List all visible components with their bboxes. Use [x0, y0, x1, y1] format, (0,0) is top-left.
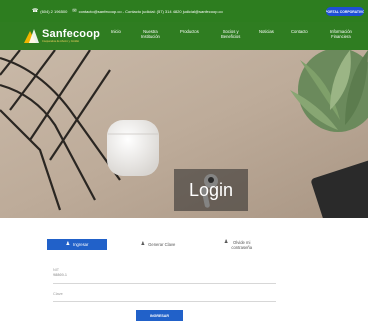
nav-item-label: Financiera [331, 34, 351, 39]
contact-info: ☎ (604) 2 196500 ✉ contacto@sanfecoop.co… [32, 8, 223, 15]
page-title: Login [174, 169, 248, 211]
brand-tagline: Cooperativa de Ahorro y Crédito [42, 39, 80, 43]
nav-item-label: Institución [141, 34, 160, 39]
tab-label: Ingresar [73, 242, 89, 247]
tab-label: Generar Clave [148, 242, 176, 247]
password-placeholder[interactable]: Clave [53, 292, 276, 297]
corporate-portal-button[interactable]: PORTAL CORPORATIVO [326, 7, 364, 16]
contact-phone: (604) 2 196500 [40, 9, 68, 14]
nit-value[interactable]: 98869-1 [53, 273, 276, 278]
nav-item-informacion-financiera[interactable]: Información Financiera [330, 29, 352, 39]
nav-item-noticias[interactable]: Noticias [259, 29, 274, 34]
nav-item-label: Beneficios [221, 34, 241, 39]
tab-ingresar[interactable]: ♟ Ingresar [47, 239, 107, 250]
nit-field[interactable]: NIT 98869-1 [53, 268, 276, 284]
user-key-icon: ♟ [223, 239, 229, 245]
nav-item-label: Productos [180, 29, 199, 34]
user-plus-icon: ♟ [140, 241, 146, 247]
top-contact-bar: ☎ (604) 2 196500 ✉ contacto@sanfecoop.co… [0, 0, 368, 22]
nav-item-contacto[interactable]: Contacto [291, 29, 308, 34]
nav-item-productos[interactable]: Productos [180, 29, 199, 34]
nav-item-socios-beneficios[interactable]: Socios y Beneficios [221, 29, 240, 39]
nav-item-nuestra-institucion[interactable]: Nuestra Institución [141, 29, 160, 39]
phone-icon: ☎ [32, 8, 39, 14]
tab-label-line: contraseña [231, 245, 253, 250]
brand-logo[interactable]: Sanfecoop Cooperativa de Ahorro y Crédit… [24, 26, 100, 46]
tab-olvide-contrasena[interactable]: ♟ Olvide mi contraseña [208, 237, 268, 251]
nav-item-inicio[interactable]: Inicio [111, 29, 121, 34]
nav-item-label: Noticias [259, 29, 274, 34]
user-icon: ♟ [65, 241, 71, 247]
nav-item-label: Inicio [111, 29, 121, 34]
logo-mark-icon [24, 29, 39, 43]
brand-name: Sanfecoop [42, 27, 101, 40]
main-navbar: Sanfecoop Cooperativa de Ahorro y Crédit… [0, 22, 368, 50]
nav-item-label: Contacto [291, 29, 308, 34]
tab-generar-clave[interactable]: ♟ Generar Clave [128, 239, 188, 250]
contact-email: contacto@sanfecoop.co - Contacto judicia… [78, 9, 223, 14]
login-submit-button[interactable]: INGRESAR [136, 310, 183, 321]
hero-banner: Login [0, 50, 368, 218]
email-icon: ✉ [72, 8, 77, 14]
password-field[interactable]: Clave [53, 292, 276, 302]
tab-label: Olvide mi contraseña [231, 240, 252, 250]
